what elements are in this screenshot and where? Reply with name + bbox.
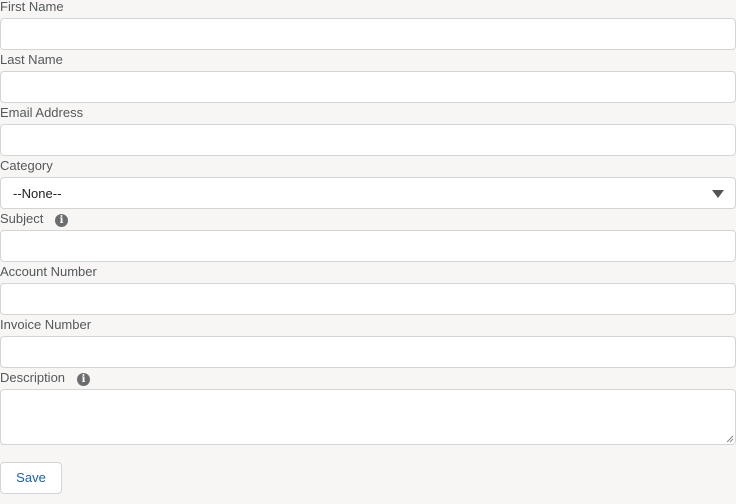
invoice-number-field[interactable] (0, 336, 736, 368)
resize-grip-icon[interactable] (726, 435, 734, 443)
last-name-field[interactable] (0, 71, 736, 103)
first-name-field[interactable] (0, 18, 736, 50)
first-name-label: First Name (0, 0, 64, 14)
last-name-label: Last Name (0, 52, 63, 67)
save-button[interactable]: Save (0, 462, 62, 494)
invoice-number-label: Invoice Number (0, 317, 92, 332)
info-icon[interactable]: i (55, 214, 68, 227)
category-select[interactable]: --None-- (0, 177, 736, 209)
description-textarea[interactable] (0, 389, 736, 445)
chevron-down-icon (712, 190, 724, 198)
account-number-label: Account Number (0, 264, 97, 279)
subject-field[interactable] (0, 230, 736, 262)
account-number-field[interactable] (0, 283, 736, 315)
category-selected-value: --None-- (13, 186, 62, 201)
description-label: Description (0, 370, 66, 385)
support-form: First Name Last Name Email Address Categ… (0, 0, 736, 504)
email-address-label: Email Address (0, 105, 84, 120)
email-address-field[interactable] (0, 124, 736, 156)
info-icon[interactable]: i (77, 373, 90, 386)
category-label: Category (0, 158, 53, 173)
subject-label: Subject (0, 211, 44, 226)
